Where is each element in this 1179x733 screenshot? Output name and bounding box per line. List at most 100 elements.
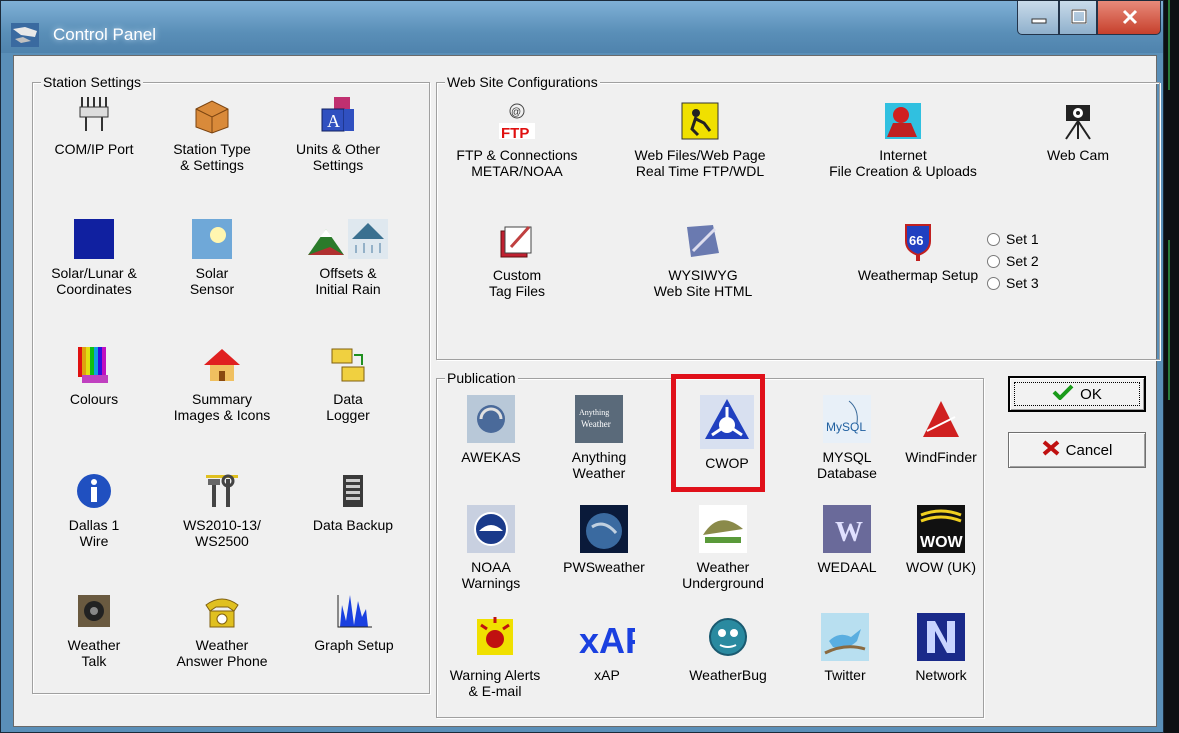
custom-tag-files-item[interactable]: Custom Tag Files: [447, 221, 587, 299]
set1-radio[interactable]: Set 1: [987, 231, 1039, 247]
ftp-connections-item[interactable]: @ FTP FTP & Connections METAR/NOAA: [447, 101, 587, 179]
summary-images-item[interactable]: Summary Images & Icons: [157, 345, 287, 423]
graph-icon: [337, 595, 372, 628]
solar-sensor-item[interactable]: Solar Sensor: [157, 219, 267, 297]
awekas-icon: [467, 395, 515, 443]
web-files-item[interactable]: Web Files/Web Page Real Time FTP/WDL: [615, 101, 785, 179]
data-backup-item[interactable]: Data Backup: [293, 471, 413, 533]
port-icon: [79, 97, 109, 131]
pwsweather-item[interactable]: PWSweather: [549, 505, 659, 575]
internet-icon: [885, 103, 921, 139]
svg-text:@: @: [511, 107, 521, 118]
radio-button[interactable]: [987, 232, 1000, 246]
dallas-wire-item[interactable]: Dallas 1 Wire: [39, 471, 149, 549]
publication-legend: Publication: [445, 370, 518, 386]
graph-setup-item[interactable]: Graph Setup: [299, 591, 409, 653]
maximize-button[interactable]: [1059, 1, 1097, 35]
minimize-button[interactable]: [1017, 1, 1059, 35]
control-panel-window: Control Panel Station Settings COM/IP Po…: [0, 0, 1164, 733]
wow-icon: WOW: [917, 505, 965, 553]
wow-uk-item[interactable]: WOW WOW (UK): [899, 505, 983, 575]
cwop-highlight-box: [671, 374, 765, 492]
desktop-background: [1164, 0, 1179, 733]
pwsweather-icon: [580, 505, 628, 553]
weather-underground-item[interactable]: Weather Underground: [663, 505, 783, 591]
ftp-icon: @ FTP: [499, 103, 535, 141]
speaker-icon: [78, 595, 110, 627]
wunderground-icon: [699, 505, 747, 553]
station-settings-legend: Station Settings: [41, 74, 144, 90]
colours-item[interactable]: Colours: [39, 345, 149, 407]
weathermap-setup-item[interactable]: 66 Weathermap Setup: [833, 221, 1003, 283]
web-site-configurations-group: Web Site Configurations @ FTP FTP & Conne…: [436, 74, 1160, 360]
set2-radio[interactable]: Set 2: [987, 253, 1039, 269]
alert-icon: [477, 617, 513, 655]
title-bar[interactable]: Control Panel: [1, 1, 1163, 53]
weather-talk-item[interactable]: Weather Talk: [39, 591, 149, 669]
anything-weather-icon: Anything Weather: [575, 395, 623, 443]
set3-radio[interactable]: Set 3: [987, 275, 1039, 291]
box-icon: [195, 100, 229, 134]
answer-phone-item[interactable]: Weather Answer Phone: [157, 591, 287, 669]
wysiwyg-item[interactable]: WYSIWYG Web Site HTML: [623, 221, 783, 299]
client-area: Station Settings COM/IP Port Station Typ…: [13, 55, 1160, 727]
web-site-legend: Web Site Configurations: [445, 74, 600, 90]
abc-blocks-icon: A: [321, 97, 354, 132]
network-item[interactable]: Network: [899, 613, 983, 683]
xap-item[interactable]: xAP xAP: [557, 613, 657, 683]
svg-text:xAP: xAP: [579, 620, 635, 661]
svg-text:Anything: Anything: [579, 408, 609, 417]
twitter-item[interactable]: Twitter: [795, 613, 895, 683]
phone-icon: [205, 598, 239, 628]
mysql-database-item[interactable]: MySQL MYSQL Database: [797, 395, 897, 481]
desktop-graph-line: [1168, 240, 1170, 400]
wysiwyg-icon: [687, 225, 719, 257]
network-icon: [917, 613, 965, 661]
svg-text:W: W: [835, 517, 863, 548]
radio-button[interactable]: [987, 276, 1000, 290]
minimize-icon: [1031, 18, 1047, 24]
windfinder-icon: [917, 395, 965, 443]
data-logger-item[interactable]: Data Logger: [293, 345, 403, 423]
weatherbug-icon: [709, 618, 747, 656]
com-ip-port-item[interactable]: COM/IP Port: [39, 95, 149, 157]
sun-icon: [192, 219, 232, 259]
noaa-warnings-item[interactable]: NOAA Warnings: [441, 505, 541, 591]
svg-text:MySQL: MySQL: [826, 420, 866, 434]
xap-icon: xAP: [579, 620, 635, 661]
internet-uploads-item[interactable]: Internet File Creation & Uploads: [813, 101, 993, 179]
radio-button[interactable]: [987, 254, 1000, 268]
anything-weather-item[interactable]: Anything Weather Anything Weather: [549, 395, 649, 481]
awekas-item[interactable]: AWEKAS: [441, 395, 541, 465]
offsets-rain-item[interactable]: Offsets & Initial Rain: [283, 219, 413, 297]
moon-icon: [74, 219, 114, 259]
folders-icon: [331, 348, 365, 382]
station-type-item[interactable]: Station Type & Settings: [157, 95, 267, 173]
windfinder-item[interactable]: WindFinder: [899, 395, 983, 465]
ws2010-item[interactable]: WS2010-13/ WS2500: [157, 471, 287, 549]
web-cam-item[interactable]: Web Cam: [1023, 101, 1133, 163]
units-settings-item[interactable]: A Units & Other Settings: [283, 95, 393, 173]
webcam-icon: [1065, 105, 1091, 140]
x-icon: [1042, 440, 1060, 460]
cancel-button[interactable]: Cancel: [1008, 432, 1146, 468]
ok-button[interactable]: OK: [1008, 376, 1146, 412]
solar-lunar-item[interactable]: Solar/Lunar & Coordinates: [39, 219, 149, 297]
svg-text:Weather: Weather: [581, 419, 611, 429]
svg-text:A: A: [327, 111, 340, 131]
colours-icon: [78, 347, 108, 383]
close-button[interactable]: [1097, 1, 1161, 35]
tag-files-icon: [500, 225, 532, 258]
wedaal-icon: W: [823, 505, 871, 553]
svg-text:66: 66: [909, 233, 923, 248]
weatherbug-item[interactable]: WeatherBug: [673, 613, 783, 683]
station-settings-group: Station Settings COM/IP Port Station Typ…: [32, 74, 430, 694]
desktop-graph-line: [1168, 0, 1170, 90]
svg-text:FTP: FTP: [501, 125, 529, 141]
twitter-icon: [821, 613, 869, 661]
wedaal-item[interactable]: W WEDAAL: [797, 505, 897, 575]
tools-icon: [206, 474, 238, 507]
window-title: Control Panel: [53, 25, 157, 44]
warning-alerts-item[interactable]: Warning Alerts & E-mail: [435, 613, 555, 699]
maximize-icon: [1071, 9, 1087, 24]
